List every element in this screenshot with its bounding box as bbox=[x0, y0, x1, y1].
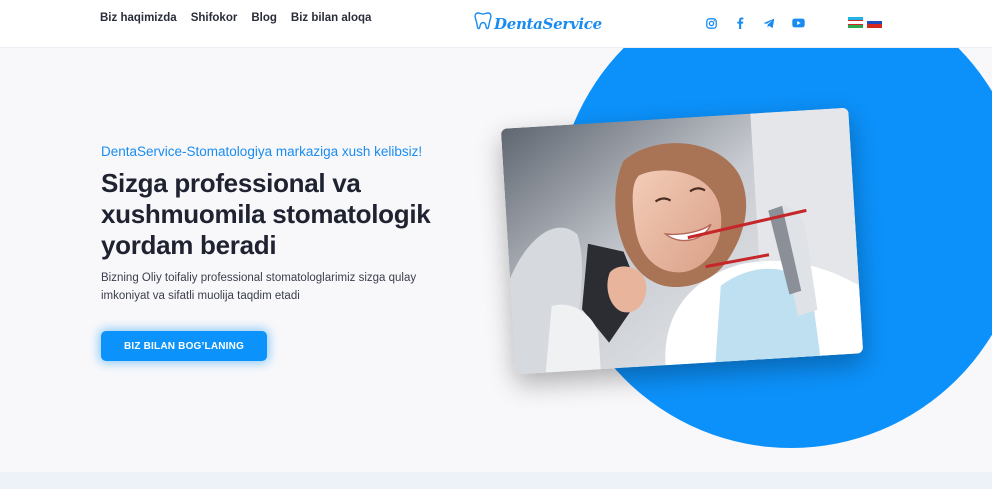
instagram-icon[interactable] bbox=[703, 15, 719, 31]
flag-uz-icon[interactable] bbox=[848, 17, 863, 28]
hero-kicker: DentaService-Stomatologiya markaziga xus… bbox=[101, 144, 423, 159]
logo-text: DentaService bbox=[494, 14, 602, 33]
hero-text-block: DentaService-Stomatologiya markaziga xus… bbox=[101, 144, 501, 305]
hero-headline: Sizga professional va xushmuomila stomat… bbox=[101, 168, 431, 260]
telegram-icon[interactable] bbox=[761, 15, 777, 31]
facebook-icon[interactable] bbox=[732, 15, 748, 31]
nav-link-about[interactable]: Biz haqimizda bbox=[100, 12, 177, 24]
main-nav: Biz haqimizda Shifokor Blog Biz bilan al… bbox=[100, 12, 371, 24]
patient-photo bbox=[500, 107, 864, 375]
site-header: Biz haqimizda Shifokor Blog Biz bilan al… bbox=[0, 0, 992, 48]
flag-ru-icon[interactable] bbox=[867, 17, 882, 28]
nav-link-doctor[interactable]: Shifokor bbox=[191, 12, 238, 24]
youtube-icon[interactable] bbox=[790, 15, 806, 31]
contact-us-button[interactable]: BIZ BILAN BOG’LANING bbox=[101, 331, 267, 361]
site-logo[interactable]: DentaService bbox=[474, 11, 602, 36]
social-links bbox=[703, 15, 806, 31]
nav-link-blog[interactable]: Blog bbox=[251, 12, 277, 24]
hero-section: DentaService-Stomatologiya markaziga xus… bbox=[0, 48, 992, 472]
tooth-icon bbox=[474, 11, 492, 36]
nav-link-contact[interactable]: Biz bilan aloqa bbox=[291, 12, 372, 24]
language-switcher bbox=[848, 17, 882, 28]
hero-lead: Bizning Oliy toifaliy professional stoma… bbox=[101, 272, 417, 302]
next-section-edge bbox=[0, 472, 992, 489]
